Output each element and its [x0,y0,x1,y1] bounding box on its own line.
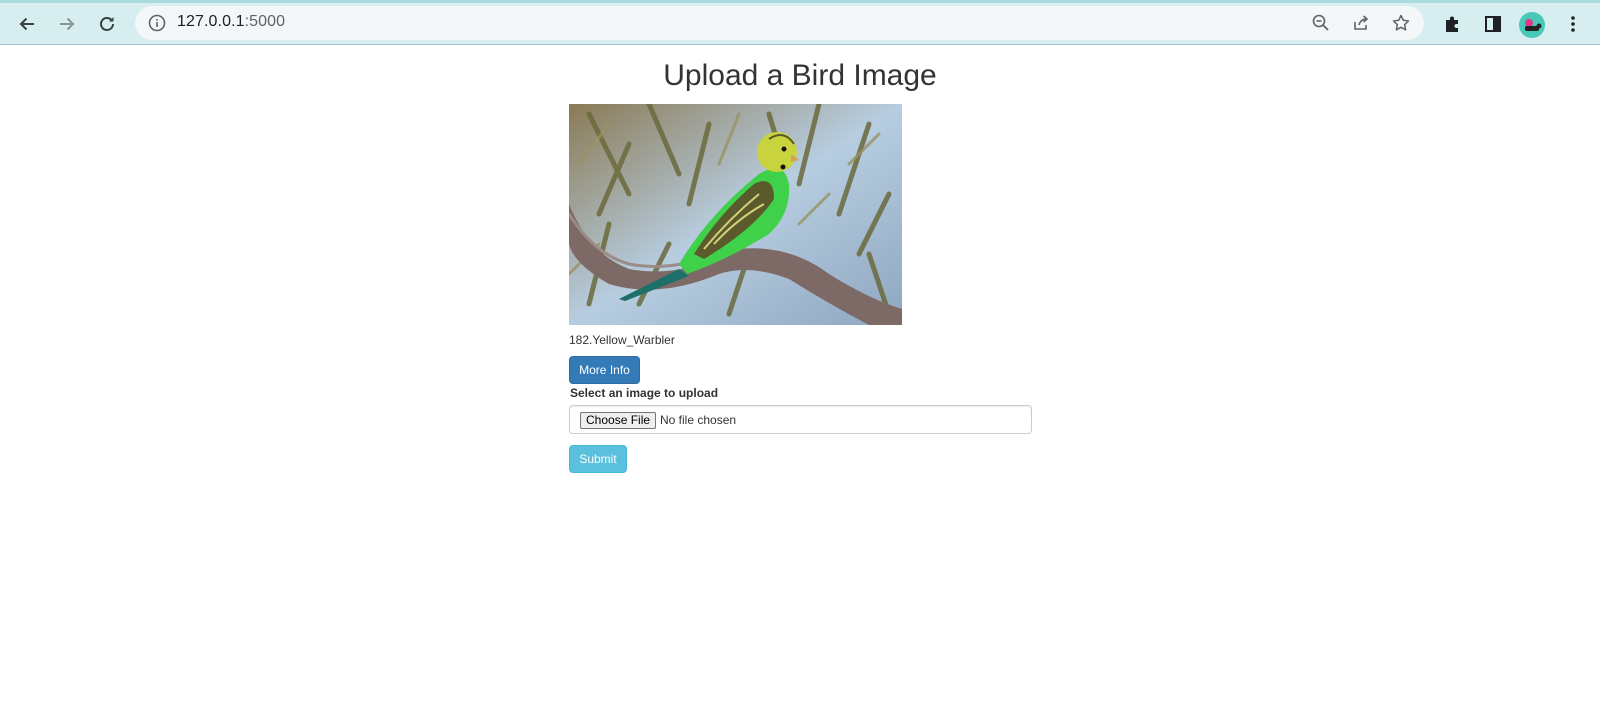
side-panel-button[interactable] [1481,12,1505,36]
profile-avatar-icon [1525,19,1542,31]
bird-image [569,104,902,325]
side-panel-icon [1485,16,1501,32]
url-host: 127.0.0.1 [177,13,245,30]
bookmark-star-icon[interactable] [1391,13,1411,33]
url-text[interactable]: 127.0.0.1:5000 [177,13,285,31]
prediction-label: 182.Yellow_Warbler [569,333,675,347]
bird-photo [569,104,902,325]
back-button[interactable] [11,8,43,40]
zoom-out-icon[interactable] [1311,13,1331,33]
browser-menu-button[interactable] [1561,12,1585,36]
forward-button[interactable] [51,8,83,40]
no-file-text: No file chosen [660,413,737,427]
submit-button[interactable]: Submit [569,445,627,473]
kebab-menu-icon [1571,16,1575,32]
extensions-button[interactable] [1441,12,1465,36]
share-icon[interactable] [1351,13,1371,33]
address-bar[interactable]: 127.0.0.1:5000 [135,6,1424,40]
reload-button[interactable] [91,8,123,40]
profile-avatar[interactable] [1519,12,1545,38]
page-title: Upload a Bird Image [663,59,937,92]
extensions-puzzle-icon [1446,16,1458,32]
info-icon[interactable] [147,13,167,33]
reload-icon [100,17,114,31]
url-port: :5000 [244,13,286,30]
choose-file-button[interactable]: Choose File [580,412,657,429]
back-arrow-icon [19,17,34,31]
more-info-button[interactable]: More Info [569,356,640,384]
upload-label: Select an image to upload [570,386,719,400]
file-input[interactable]: Choose File No file chosen [569,405,1032,434]
browser-toolbar: 127.0.0.1:5000 [0,0,1600,45]
page-content: Upload a Bird Image 182.Yellow_Warbler M… [0,45,1600,715]
forward-arrow-icon [60,17,75,31]
